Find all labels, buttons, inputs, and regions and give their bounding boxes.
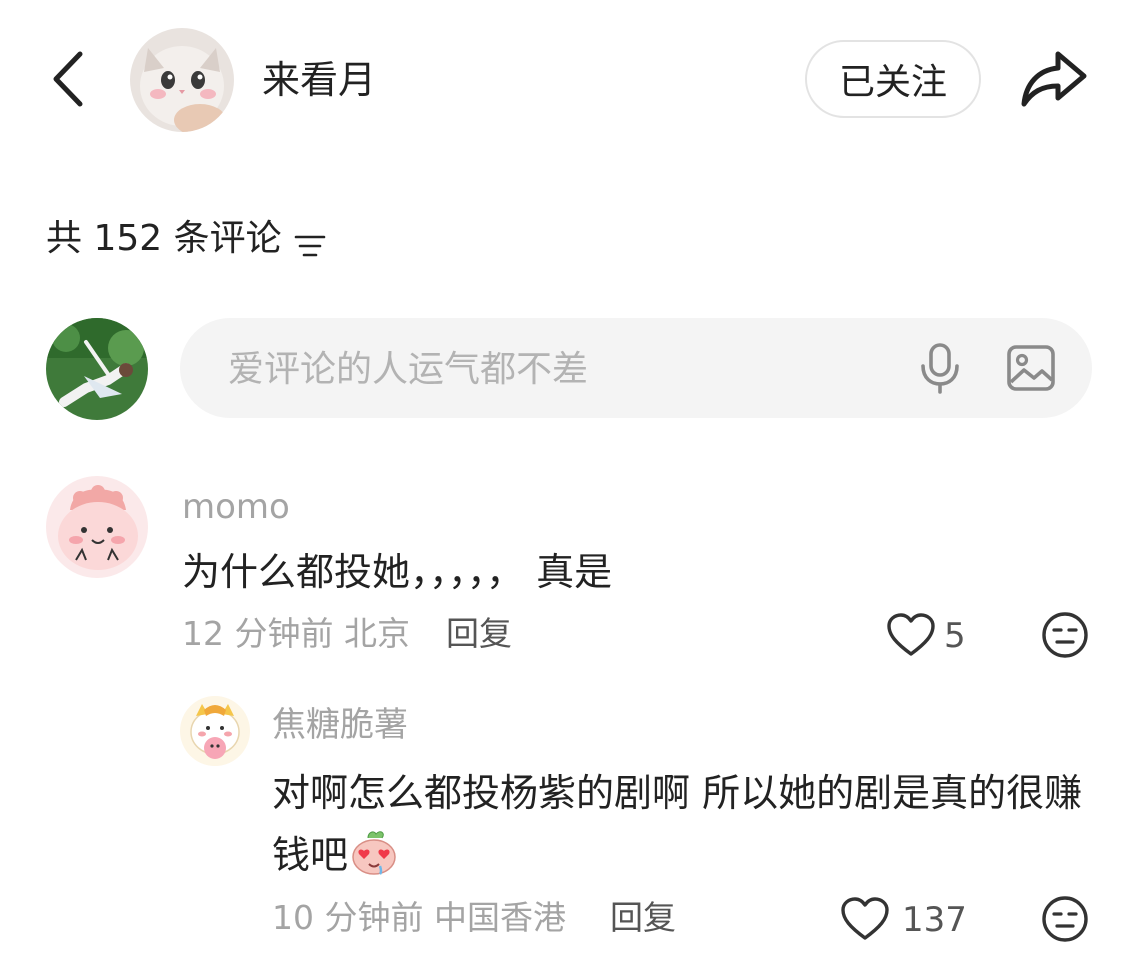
neutral-face-icon [1042,612,1088,658]
share-button[interactable] [1018,46,1090,112]
like-count: 5 [944,616,966,656]
like-button[interactable] [840,896,890,942]
image-icon[interactable] [1006,344,1056,392]
reply-button[interactable]: 回复 [446,610,512,658]
sort-lines-icon[interactable] [294,225,326,257]
comment-time-location: 10 分钟前 中国香港 [272,898,566,937]
share-arrow-icon [1021,51,1087,107]
neutral-face-icon [1042,896,1088,942]
heart-icon [887,613,935,656]
author-name[interactable]: 来看月 [262,55,376,105]
comment-text-block: 对啊怎么都投杨紫的剧啊 所以她的剧是真的很赚钱吧 [272,762,1092,886]
comment-username[interactable]: momo [182,484,290,530]
commenter-avatar[interactable] [180,696,250,766]
user-avatar[interactable] [46,318,148,420]
dislike-button[interactable] [1040,610,1090,660]
dislike-button[interactable] [1040,894,1090,944]
comment-time-location: 12 分钟前 北京 [182,614,410,653]
like-count: 137 [902,900,967,940]
heart-icon [841,897,889,940]
microphone-icon[interactable] [918,342,962,394]
like-button[interactable] [886,612,936,658]
follow-button[interactable]: 已关注 [805,40,981,118]
comment-count-header: 共 152 条评论 [46,215,326,263]
chevron-left-icon [53,51,83,107]
back-button[interactable] [44,46,96,112]
reply-button[interactable]: 回复 [610,894,676,942]
comment-count: 共 152 条评论 [46,218,282,259]
heart-eyes-emoji [350,830,398,876]
author-avatar[interactable] [130,28,234,132]
commenter-avatar[interactable] [46,476,148,578]
comment-username[interactable]: 焦糖脆薯 [272,702,408,748]
comment-text: 为什么都投她，，，，， 真是 [182,550,613,594]
comment-input-placeholder[interactable]: 爱评论的人运气都不差 [228,345,588,395]
